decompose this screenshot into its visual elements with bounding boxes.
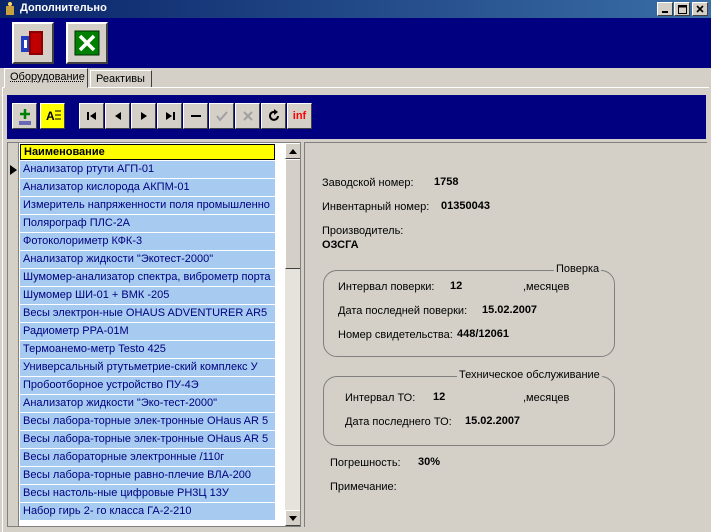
maintenance-interval-unit: ,месяцев (523, 392, 570, 404)
exit-button[interactable] (12, 22, 54, 64)
svg-text:A: A (46, 109, 55, 123)
prior-record-button[interactable] (105, 103, 130, 129)
verification-last-date-value: 15.02.2007 (482, 304, 538, 316)
minimize-button[interactable] (657, 2, 673, 16)
maximize-icon (677, 4, 687, 14)
cancel-x-icon (74, 30, 100, 56)
table-row[interactable]: Радиометр РРА-01М (20, 323, 275, 341)
table-row[interactable]: Набор гирь 2- го класса ГА-2-210 (20, 503, 275, 521)
first-record-icon (86, 112, 96, 120)
main-toolbar (0, 18, 711, 68)
inventory-value: 01350043 (441, 200, 490, 212)
cancel-button[interactable] (66, 22, 108, 64)
verification-interval-unit: ,месяцев (523, 281, 570, 293)
scroll-down-button[interactable] (285, 510, 300, 526)
error-label: Погрешность: (330, 457, 401, 469)
table-row[interactable]: Шумомер ШИ-01 + ВМК -205 (20, 287, 275, 305)
grid-rows: Анализатор ртути АГП-01 Анализатор кислор… (20, 161, 275, 521)
app-icon (6, 2, 14, 15)
filter-button[interactable]: A (40, 103, 65, 129)
info-icon: inf (292, 110, 307, 122)
maintenance-group (323, 376, 615, 446)
table-row[interactable]: Весы лабора-торные равно-плечие ВЛА-200 (20, 467, 275, 485)
equipment-grid: Наименование Анализатор ртути АГП-01 Анал… (7, 142, 301, 527)
last-record-icon (165, 112, 175, 120)
cancel-edit-icon (242, 111, 253, 121)
maintenance-interval-label: Интервал ТО: (345, 392, 416, 404)
verification-last-date-label: Дата последней поверки: (338, 305, 468, 317)
maintenance-group-title: Техническое обслуживание (457, 369, 602, 381)
manufacturer-label: Производитель: (322, 225, 404, 237)
cancel-edit-button[interactable] (235, 103, 260, 129)
add-record-icon (18, 109, 31, 125)
table-row[interactable]: Весы электрон-ные OHAUS ADVENTURER AR5 (20, 305, 275, 323)
table-row[interactable]: Универсальный ртутьметрие-ский комплекс … (20, 359, 275, 377)
table-row[interactable]: Полярограф ПЛС-2А (20, 215, 275, 233)
table-row[interactable]: Анализатор жидкости "Экотест-2000" (20, 251, 275, 269)
close-button[interactable] (692, 2, 708, 16)
tab-equipment[interactable]: Оборудование (4, 68, 88, 88)
maintenance-interval-value: 12 (433, 391, 446, 403)
table-row[interactable]: Весы лабора-торные элек-тронные OHaus AR… (20, 431, 275, 449)
navigator-toolbar: A inf (7, 95, 706, 139)
table-row[interactable]: Весы лабора-торные элек-тронные OHaus AR… (20, 413, 275, 431)
table-row[interactable]: Весы настоль-ные цифровые РН3Ц 13У (20, 485, 275, 503)
verification-interval-value: 12 (450, 280, 463, 292)
exit-door-icon (21, 31, 43, 55)
maximize-button[interactable] (674, 2, 690, 16)
add-record-button[interactable] (12, 103, 37, 129)
table-row[interactable]: Шумомер-анализатор спектра, виброметр по… (20, 269, 275, 287)
post-button[interactable] (209, 103, 234, 129)
maintenance-last-date-value: 15.02.2007 (465, 415, 521, 427)
table-row[interactable]: Весы лабораторные электронные /110г (20, 449, 275, 467)
refresh-icon (268, 109, 279, 121)
verification-group-title: Поверка (554, 263, 602, 275)
window-title: Дополнительно (20, 2, 107, 14)
row-indicator-column (8, 143, 19, 526)
delete-record-icon (190, 115, 201, 117)
manufacturer-value: ОЗСГА (322, 239, 359, 251)
delete-record-button[interactable] (183, 103, 208, 129)
certificate-value: 448/12061 (457, 328, 509, 340)
grid-vertical-scrollbar[interactable] (285, 143, 300, 526)
filter-icon: A (46, 109, 61, 123)
maintenance-last-date-label: Дата последнего ТО: (345, 416, 452, 428)
first-record-button[interactable] (79, 103, 104, 129)
tab-reagents[interactable]: Реактивы (90, 70, 152, 88)
table-row[interactable]: Фотоколориметр КФК-3 (20, 233, 275, 251)
table-row[interactable]: Анализатор кислорода АКПМ-01 (20, 179, 275, 197)
error-value: 30% (418, 456, 441, 468)
minimize-icon (662, 11, 668, 13)
next-record-button[interactable] (131, 103, 156, 129)
last-record-button[interactable] (157, 103, 182, 129)
note-label: Примечание: (330, 481, 397, 493)
verification-interval-label: Интервал поверки: (338, 281, 435, 293)
table-row[interactable]: Анализатор жидкости "Эко-тест-2000" (20, 395, 275, 413)
scroll-down-icon (289, 515, 297, 521)
scroll-up-button[interactable] (285, 143, 300, 159)
close-icon (696, 5, 704, 13)
scroll-thumb[interactable] (285, 159, 300, 269)
serial-label: Заводской номер: (322, 177, 414, 189)
table-row[interactable]: Измеритель напряженности поля промышленн… (20, 197, 275, 215)
title-bar: Дополнительно (0, 0, 711, 18)
scroll-up-icon (289, 148, 297, 154)
column-header-name[interactable]: Наименование (20, 144, 275, 160)
post-check-icon (215, 111, 228, 122)
prior-record-icon (114, 112, 121, 120)
current-row-indicator-icon (10, 165, 17, 175)
info-button[interactable]: inf (287, 103, 312, 129)
table-row[interactable]: Термоанемо-метр Testo 425 (20, 341, 275, 359)
next-record-icon (140, 112, 147, 120)
table-row[interactable]: Пробоотборное устройство ПУ-4Э (20, 377, 275, 395)
table-row[interactable]: Анализатор ртути АГП-01 (20, 161, 275, 179)
refresh-button[interactable] (261, 103, 286, 129)
inventory-label: Инвентарный номер: (322, 201, 430, 213)
serial-value: 1758 (434, 176, 459, 188)
certificate-label: Номер свидетельства: (338, 329, 453, 341)
